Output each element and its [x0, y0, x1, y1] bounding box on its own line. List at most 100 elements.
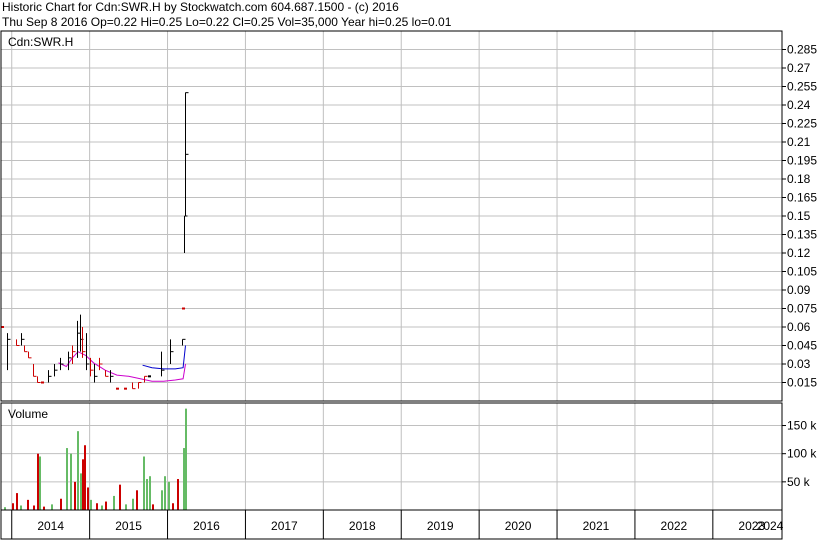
volume-bars	[4, 408, 187, 510]
price-panel-grid	[1, 31, 782, 401]
price-bar	[90, 357, 94, 377]
volume-bar	[164, 476, 166, 510]
year-label: 2020	[505, 519, 532, 533]
volume-bar	[74, 481, 76, 510]
year-label: 2021	[583, 519, 610, 533]
price-tick-label: 0.03	[787, 357, 811, 371]
price-bar	[138, 382, 142, 389]
price-tick-label: 0.195	[787, 154, 817, 168]
price-bar	[182, 338, 186, 346]
volume-bar	[90, 499, 92, 510]
year-label: 2016	[193, 519, 220, 533]
volume-bar	[66, 448, 68, 510]
price-bar	[94, 364, 98, 383]
year-label: 2024	[757, 519, 784, 533]
price-bar	[170, 339, 174, 364]
volume-bar	[70, 453, 72, 510]
volume-tick-label: 100 k	[787, 447, 817, 461]
volume-bar	[185, 408, 187, 510]
price-bar	[37, 376, 41, 383]
price-tick-label: 0.21	[787, 135, 811, 149]
volume-bar	[101, 505, 103, 510]
price-bar	[124, 387, 127, 390]
volume-bar	[146, 479, 148, 510]
volume-bar	[183, 448, 185, 510]
volume-bar	[113, 495, 115, 510]
price-bar	[24, 345, 28, 353]
volume-bar	[16, 493, 18, 510]
price-bar	[144, 375, 148, 383]
price-tick-label: 0.075	[787, 302, 817, 316]
volume-axis: 150 k 100 k 50 k	[782, 419, 817, 489]
volume-tick-label: 150 k	[787, 419, 817, 433]
price-tick-label: 0.06	[787, 320, 811, 334]
volume-bar	[84, 445, 86, 510]
price-tick-label: 0.105	[787, 265, 817, 279]
volume-bar	[12, 503, 14, 510]
moving-average-line-2	[142, 345, 186, 370]
volume-bar	[37, 453, 39, 510]
volume-label: Volume	[8, 407, 48, 421]
price-bar	[116, 387, 119, 390]
volume-bar	[143, 456, 145, 510]
volume-bar	[20, 505, 22, 510]
price-bar	[48, 370, 52, 383]
year-label: 2019	[427, 519, 454, 533]
volume-bar	[152, 504, 154, 510]
price-bar	[41, 381, 44, 384]
price-bar	[60, 357, 64, 371]
volume-bar	[39, 456, 41, 510]
year-label: 2017	[271, 519, 298, 533]
price-bar	[185, 92, 189, 130]
price-bar	[28, 351, 32, 359]
price-bar	[54, 364, 58, 377]
price-tick-label: 0.045	[787, 339, 817, 353]
price-tick-label: 0.165	[787, 191, 817, 205]
price-tick-label: 0.27	[787, 61, 811, 75]
year-label: 2014	[37, 519, 64, 533]
volume-bar	[161, 490, 163, 510]
year-label: 2018	[349, 519, 376, 533]
stock-chart: 2014 2015 2016 2017 2018 2019 2020 2021 2022 2023…	[0, 30, 817, 540]
price-tick-label: 0.09	[787, 283, 811, 297]
volume-tick-label: 50 k	[787, 475, 811, 489]
volume-bar	[177, 479, 179, 510]
price-bar	[86, 333, 90, 371]
price-bar	[110, 370, 114, 383]
year-label: 2015	[115, 519, 142, 533]
price-bar	[132, 382, 136, 390]
price-tick-label: 0.18	[787, 172, 811, 186]
price-tick-label: 0.225	[787, 117, 817, 131]
price-bar	[182, 307, 185, 310]
price-tick-label: 0.015	[787, 376, 817, 390]
year-label: 2022	[661, 519, 688, 533]
symbol-label: Cdn:SWR.H	[8, 35, 73, 49]
volume-bar	[33, 505, 35, 510]
volume-bar	[125, 504, 127, 510]
volume-bar	[136, 490, 138, 510]
price-bar	[82, 327, 86, 358]
volume-bar	[27, 499, 29, 510]
volume-bar	[60, 498, 62, 510]
volume-bar	[96, 503, 98, 510]
price-tick-label: 0.24	[787, 98, 811, 112]
volume-bar	[105, 501, 107, 510]
price-bar	[16, 339, 20, 346]
volume-bar	[149, 476, 151, 510]
volume-bar	[82, 459, 84, 510]
volume-panel-frame	[0, 402, 783, 511]
price-tick-label: 0.285	[787, 43, 817, 57]
price-bar	[7, 333, 11, 371]
price-bar	[148, 375, 151, 378]
price-tick-label: 0.12	[787, 246, 811, 260]
volume-bar	[87, 487, 89, 510]
volume-bar	[119, 484, 121, 510]
price-bar	[21, 333, 25, 346]
price-tick-label: 0.255	[787, 80, 817, 94]
price-bar	[33, 364, 37, 377]
volume-panel-grid	[1, 403, 782, 510]
volume-bar	[80, 473, 82, 510]
x-axis: 2014 2015 2016 2017 2018 2019 2020 2021 2022 2023…	[11, 510, 784, 539]
volume-bar	[51, 504, 53, 510]
volume-bar	[168, 481, 170, 510]
